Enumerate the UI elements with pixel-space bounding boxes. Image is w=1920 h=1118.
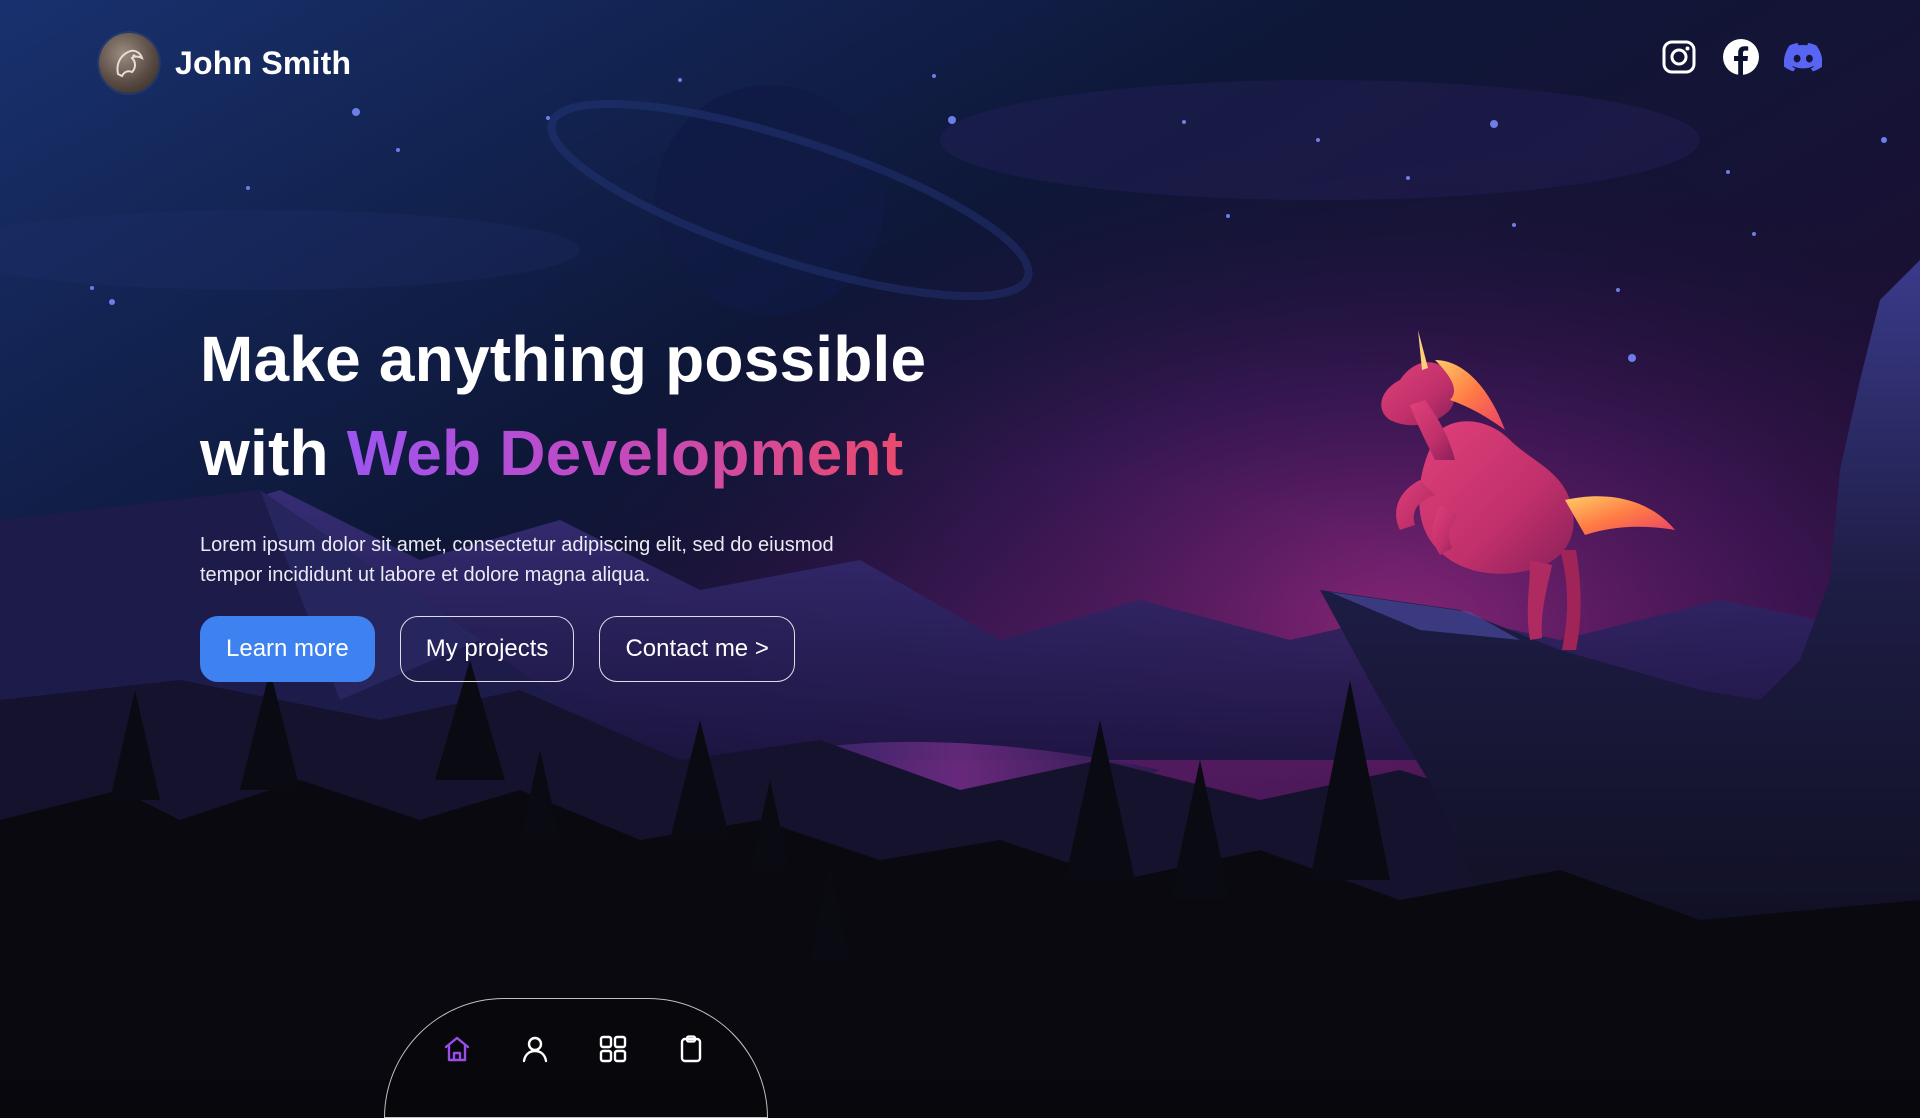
home-icon bbox=[444, 1036, 470, 1062]
nav-contact[interactable] bbox=[675, 1033, 707, 1065]
hero-description-line2: tempor incididunt ut labore et dolore ma… bbox=[200, 564, 651, 586]
discord-icon[interactable] bbox=[1784, 38, 1822, 76]
my-projects-button[interactable]: My projects bbox=[399, 616, 575, 682]
nav-projects[interactable] bbox=[597, 1033, 629, 1065]
social-links bbox=[1660, 38, 1822, 76]
contact-me-button[interactable]: Contact me > bbox=[599, 616, 795, 682]
hero-title: Make anything possible with Web Developm… bbox=[200, 312, 960, 500]
hero-description-line1: Lorem ipsum dolor sit amet, consectetur … bbox=[200, 534, 834, 556]
bottom-nav bbox=[384, 998, 768, 1118]
instagram-icon[interactable] bbox=[1660, 38, 1698, 76]
nav-home[interactable] bbox=[441, 1033, 473, 1065]
hero-title-line1: Make anything possible bbox=[200, 323, 927, 395]
user-icon bbox=[522, 1036, 548, 1063]
hero-title-prefix: with bbox=[200, 417, 347, 489]
facebook-icon[interactable] bbox=[1722, 38, 1760, 76]
hero-description: Lorem ipsum dolor sit amet, consectetur … bbox=[200, 530, 920, 590]
nav-about[interactable] bbox=[519, 1033, 551, 1065]
learn-more-button[interactable]: Learn more bbox=[200, 616, 375, 682]
hero-actions: Learn more My projects Contact me > bbox=[200, 616, 960, 682]
brand-name: John Smith bbox=[175, 44, 352, 81]
horse-avatar-icon bbox=[99, 33, 159, 93]
hero-section: Make anything possible with Web Developm… bbox=[200, 312, 960, 682]
grid-icon bbox=[599, 1035, 627, 1063]
clipboard-icon bbox=[680, 1035, 702, 1063]
brand[interactable]: John Smith bbox=[99, 33, 351, 93]
hero-title-highlight: Web Development bbox=[346, 417, 904, 489]
